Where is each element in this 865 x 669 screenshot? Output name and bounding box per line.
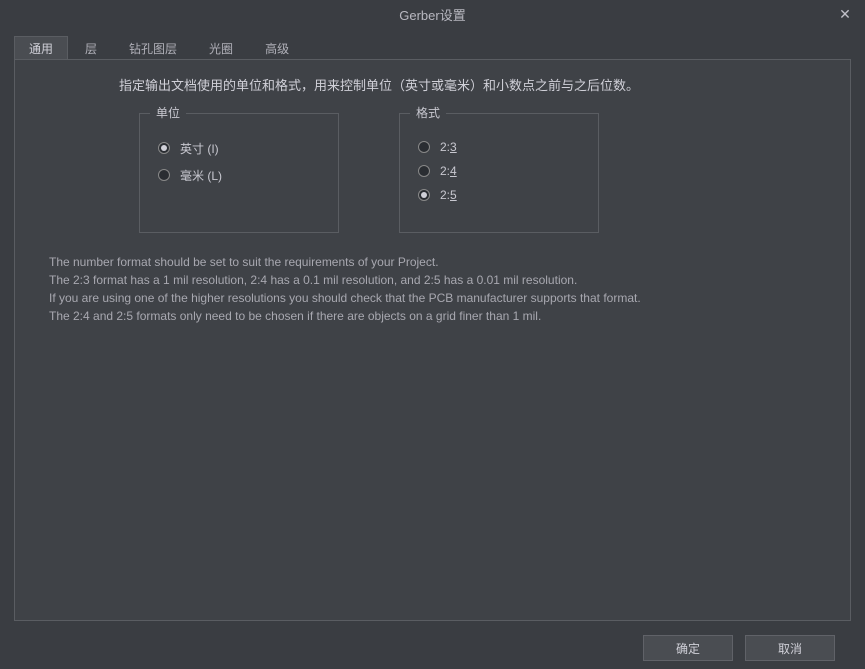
radio-millimeters[interactable]: 毫米 (L) xyxy=(158,167,320,184)
radio-icon xyxy=(418,141,430,153)
radio-icon xyxy=(418,165,430,177)
content-wrapper: 通用 层 钻孔图层 光圈 高级 指定输出文档使用的单位和格式，用来控制单位（英寸… xyxy=(0,28,865,669)
radio-label: 2:3 xyxy=(440,140,457,154)
tab-advanced[interactable]: 高级 xyxy=(250,36,304,60)
units-group-title: 单位 xyxy=(150,104,186,121)
cancel-button[interactable]: 取消 xyxy=(745,635,835,661)
options-row: 单位 英寸 (I) 毫米 (L) 格式 2:3 xyxy=(139,113,826,233)
info-line: The 2:3 format has a 1 mil resolution, 2… xyxy=(49,271,826,289)
instruction-text: 指定输出文档使用的单位和格式，用来控制单位（英寸或毫米）和小数点之前与之后位数。 xyxy=(119,76,826,97)
tab-strip: 通用 层 钻孔图层 光圈 高级 xyxy=(14,36,851,60)
units-group: 单位 英寸 (I) 毫米 (L) xyxy=(139,113,339,233)
radio-label: 英寸 (I) xyxy=(180,140,219,157)
radio-inches[interactable]: 英寸 (I) xyxy=(158,140,320,157)
gerber-settings-dialog: Gerber设置 ✕ 通用 层 钻孔图层 光圈 高级 指定输出文档使用的单位和格… xyxy=(0,0,865,669)
radio-label: 2:5 xyxy=(440,188,457,202)
close-icon: ✕ xyxy=(839,6,851,23)
format-group: 格式 2:3 2:4 2:5 xyxy=(399,113,599,233)
tab-drill[interactable]: 钻孔图层 xyxy=(114,36,192,60)
radio-label: 2:4 xyxy=(440,164,457,178)
radio-label: 毫米 (L) xyxy=(180,167,222,184)
titlebar: Gerber设置 ✕ xyxy=(0,0,865,28)
tab-layers[interactable]: 层 xyxy=(70,36,112,60)
ok-button[interactable]: 确定 xyxy=(643,635,733,661)
info-line: The 2:4 and 2:5 formats only need to be … xyxy=(49,307,826,325)
info-text: The number format should be set to suit … xyxy=(49,253,826,325)
radio-icon xyxy=(158,142,170,154)
info-line: If you are using one of the higher resol… xyxy=(49,289,826,307)
radio-24[interactable]: 2:4 xyxy=(418,164,580,178)
info-line: The number format should be set to suit … xyxy=(49,253,826,271)
button-bar: 确定 取消 xyxy=(14,627,851,669)
format-group-title: 格式 xyxy=(410,104,446,121)
tab-general[interactable]: 通用 xyxy=(14,36,68,60)
dialog-title: Gerber设置 xyxy=(399,5,465,24)
tab-apertures[interactable]: 光圈 xyxy=(194,36,248,60)
radio-23[interactable]: 2:3 xyxy=(418,140,580,154)
close-button[interactable]: ✕ xyxy=(833,2,857,26)
radio-icon xyxy=(418,189,430,201)
tab-panel-general: 指定输出文档使用的单位和格式，用来控制单位（英寸或毫米）和小数点之前与之后位数。… xyxy=(14,59,851,621)
radio-25[interactable]: 2:5 xyxy=(418,188,580,202)
radio-icon xyxy=(158,169,170,181)
